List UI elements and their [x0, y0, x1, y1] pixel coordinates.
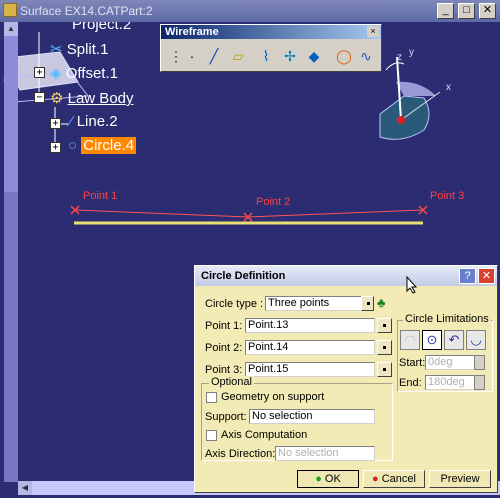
help-button[interactable]: ? — [459, 268, 476, 284]
ok-button[interactable]: ● OK — [297, 470, 359, 488]
expand-circle-icon[interactable]: + — [50, 142, 61, 153]
geometry-on-support-label: Geometry on support — [221, 391, 325, 403]
point-1-field-label: Point 1: — [205, 320, 243, 332]
point-2-field-label: Point 2: — [205, 342, 243, 354]
geometry-on-support-checkbox[interactable] — [206, 392, 217, 403]
catia-app-icon — [3, 3, 17, 17]
end-angle-field[interactable]: 180deg — [425, 375, 475, 390]
circle-definition-dialog[interactable]: Circle Definition ? ✕ Circle type : Thre… — [194, 265, 498, 493]
tree-item-split[interactable]: ✂ Split.1 — [50, 40, 108, 58]
spline-tool-icon[interactable]: ∿ — [355, 45, 377, 67]
circle-tool-icon[interactable]: ◯ — [333, 45, 355, 67]
point-3-field[interactable]: Point.15 — [245, 362, 375, 377]
point-3-field-label: Point 3: — [205, 364, 243, 376]
axis-computation-label: Axis Computation — [221, 429, 308, 441]
window-title: Surface EX14.CATPart:2 — [20, 4, 153, 18]
maximize-button[interactable]: □ — [458, 3, 475, 19]
point-2-select-button[interactable] — [377, 340, 392, 355]
compass-z-label: z — [397, 52, 402, 63]
start-spinner[interactable] — [474, 355, 485, 370]
start-label: Start: — [399, 357, 426, 369]
preview-button[interactable]: Preview — [429, 470, 491, 488]
point-3-label: Point 3 — [430, 190, 465, 202]
support-field[interactable]: No selection — [249, 409, 375, 424]
scroll-left-icon[interactable]: ◀ — [18, 481, 32, 495]
circle-type-select[interactable]: Three points — [265, 296, 373, 311]
circle-type-label: Circle type : — [205, 298, 264, 310]
circle-icon: ○ — [68, 137, 78, 154]
point-1-field[interactable]: Point.13 — [245, 318, 375, 333]
axis-direction-field[interactable]: No selection — [275, 446, 375, 461]
start-angle-field[interactable]: 0deg — [425, 355, 475, 370]
wireframe-toolbar[interactable]: Wireframe × ⋮ · ╱ ▱ ⌇ ✢ ◆ ◯ ∿ — [160, 24, 382, 72]
body-icon: ⚙ — [50, 90, 64, 107]
trimmed-arc-icon[interactable]: ↶ — [444, 330, 464, 350]
tree-item-circle[interactable]: ○ Circle.4 — [68, 137, 137, 154]
extract-tool-icon[interactable]: ◆ — [303, 45, 325, 67]
minimize-button[interactable]: _ — [437, 3, 454, 19]
dialog-title-bar[interactable]: Circle Definition ? ✕ — [195, 266, 497, 286]
mouse-cursor-icon — [406, 276, 418, 294]
end-spinner[interactable] — [474, 375, 485, 390]
offset-icon: ◈ — [50, 65, 62, 82]
left-scrollbar[interactable]: ▲ — [4, 22, 18, 482]
dialog-title: Circle Definition — [201, 270, 286, 282]
window-title-bar[interactable]: Surface EX14.CATPart:2 _ □ ✕ — [0, 0, 500, 22]
circle-limitations-legend: Circle Limitations — [403, 313, 491, 325]
complement-arc-icon[interactable]: ◡ — [466, 330, 486, 350]
expand-line-icon[interactable]: + — [50, 118, 61, 129]
toolbar-close-button[interactable]: × — [367, 26, 379, 37]
point-2-label: Point 2 — [256, 196, 291, 208]
compass-y-label: y — [409, 47, 414, 58]
collapse-law-body-icon[interactable]: − — [34, 92, 45, 103]
split-icon: ✂ — [50, 41, 63, 58]
axis-computation-checkbox[interactable] — [206, 430, 217, 441]
optional-legend: Optional — [209, 376, 254, 388]
scroll-up-icon[interactable]: ▲ — [4, 22, 18, 36]
line-icon: ⁄ — [70, 113, 73, 130]
wireframe-toolbar-title[interactable]: Wireframe — [161, 25, 381, 39]
left-scrollbar-thumb[interactable] — [4, 192, 18, 482]
compass-x-label: x — [446, 82, 451, 93]
point-1-label: Point 1 — [83, 190, 118, 202]
point-2-field[interactable]: Point.14 — [245, 340, 375, 355]
plane-tool-icon[interactable]: ▱ — [227, 45, 249, 67]
close-window-button[interactable]: ✕ — [479, 3, 496, 19]
tree-item-project[interactable]: Project.2 — [72, 22, 131, 33]
tree-item-line[interactable]: ⁄ Line.2 — [70, 113, 118, 130]
expand-offset-icon[interactable]: + — [34, 67, 45, 78]
axis-direction-label: Axis Direction: — [205, 448, 276, 460]
point-3-select-button[interactable] — [377, 362, 392, 377]
ok-icon: ● — [315, 473, 322, 485]
intersection-tool-icon[interactable]: ✢ — [279, 45, 301, 67]
tree-item-law-body[interactable]: ⚙ Law Body — [50, 89, 134, 107]
limitation-buttons: ◠ ⊙ ↶ ◡ — [400, 330, 490, 350]
whole-circle-icon[interactable]: ⊙ — [422, 330, 442, 350]
cancel-icon: ● — [372, 473, 379, 485]
circle-type-option-icon[interactable]: ♣ — [377, 295, 395, 312]
cancel-button[interactable]: ● Cancel — [363, 470, 425, 488]
line-tool-icon[interactable]: ╱ — [203, 45, 225, 67]
support-label: Support: — [205, 411, 247, 423]
end-label: End: — [399, 377, 422, 389]
projection-tool-icon[interactable]: ⌇ — [255, 45, 277, 67]
chevron-down-icon[interactable] — [361, 296, 374, 311]
part-arc-icon[interactable]: ◠ — [400, 330, 420, 350]
dialog-close-button[interactable]: ✕ — [478, 268, 495, 284]
tree-item-offset[interactable]: ◈ Offset.1 — [50, 64, 118, 82]
point-tool-icon[interactable]: · — [181, 45, 203, 67]
compass-widget — [379, 56, 441, 140]
point-1-select-button[interactable] — [377, 318, 392, 333]
